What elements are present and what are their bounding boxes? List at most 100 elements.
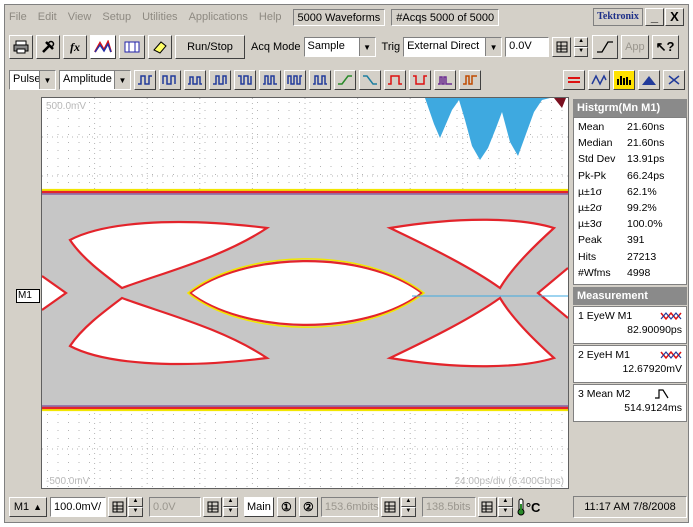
eraser-button[interactable] [148, 35, 172, 59]
help-button[interactable]: ↖? [651, 35, 679, 59]
acquisition-count: #Acqs 5000 of 5000 [391, 8, 500, 26]
stat-label: µ±1σ [578, 185, 603, 198]
measurement-item[interactable]: 1 EyeW M1 82.90090ps [573, 305, 687, 344]
tools-button[interactable] [36, 35, 60, 59]
keypad-button[interactable] [203, 497, 222, 517]
channel-select-button[interactable]: M1 ▲ [9, 497, 47, 517]
meas-neg-width-button[interactable] [409, 70, 431, 90]
main-toolbar: fx Run/Stop Acq Mode Sample ▼ Trig Exter… [5, 30, 688, 64]
print-button[interactable] [9, 35, 33, 59]
zoom-2-button[interactable]: ② [298, 497, 318, 517]
menu-help[interactable]: Help [259, 11, 282, 23]
meas-duty-button[interactable] [459, 70, 481, 90]
trigger-level-spinner[interactable]: ▲ ▼ [574, 37, 589, 57]
spin-up-icon[interactable]: ▲ [497, 497, 513, 507]
chevron-down-icon[interactable]: ▼ [358, 38, 375, 56]
stat-label: Pk-Pk [578, 169, 607, 182]
help-pointer-icon: ↖? [655, 39, 675, 54]
meas-burst-button[interactable] [434, 70, 456, 90]
menu-utilities[interactable]: Utilities [142, 11, 177, 23]
meas-rms-button[interactable] [309, 70, 331, 90]
spin-down-icon[interactable]: ▼ [574, 47, 589, 57]
triangle-up-icon: ▲ [33, 502, 43, 512]
offset-spinner[interactable]: ▲ ▼ [223, 497, 238, 517]
acq-mode-select[interactable]: Sample ▼ [303, 37, 376, 57]
menu-view[interactable]: View [68, 11, 92, 23]
menu-setup[interactable]: Setup [102, 11, 131, 23]
chevron-down-icon[interactable]: ▼ [114, 71, 130, 89]
zoom-1-button[interactable]: ① [276, 497, 296, 517]
meas-pos-width-button[interactable] [384, 70, 406, 90]
meas-param-select[interactable]: Amplitude ▼ [59, 70, 131, 90]
spin-down-icon[interactable]: ▼ [400, 507, 416, 517]
waveform-button[interactable] [90, 35, 116, 59]
burst-icon [438, 76, 452, 85]
vertical-scale-field[interactable]: 100.0mV/ [50, 497, 106, 517]
bitrate-spinner-2[interactable]: ▲ ▼ [497, 497, 513, 517]
stat-label: µ±3σ [578, 218, 603, 231]
menu-file[interactable]: File [9, 11, 27, 23]
keypad-button[interactable] [552, 37, 572, 57]
measurement-value: 514.9124ms [624, 401, 682, 414]
wrench-icon [42, 40, 55, 53]
vertical-offset-field[interactable]: 0.0V [149, 497, 201, 517]
trigger-level-field[interactable]: 0.0V [505, 37, 550, 57]
minimize-button[interactable]: _ [645, 8, 664, 26]
spin-down-icon[interactable]: ▼ [223, 507, 238, 517]
stat-row: µ±2σ 99.2% [574, 200, 686, 216]
spin-up-icon[interactable]: ▲ [400, 497, 416, 507]
temperature-icon[interactable]: °C [516, 498, 540, 516]
timebase-main-button[interactable]: Main [244, 497, 274, 517]
meas-cycle-button[interactable] [284, 70, 306, 90]
meas-fall-button[interactable] [359, 70, 381, 90]
meas-amplitude-button[interactable] [134, 70, 156, 90]
bitrate-field-1[interactable]: 153.6mbits [320, 497, 379, 517]
measurement-item[interactable]: 2 EyeH M1 12.67920mV [573, 344, 687, 383]
meas-low-button[interactable] [184, 70, 206, 90]
keypad-button[interactable] [380, 497, 400, 517]
keypad-icon [556, 41, 568, 53]
magnifier-1-icon: ① [280, 500, 292, 514]
meas-max-button[interactable] [209, 70, 231, 90]
math-button[interactable]: fx [63, 35, 87, 59]
spin-up-icon[interactable]: ▲ [128, 497, 143, 507]
histogram-button[interactable] [613, 70, 635, 90]
meas-high-button[interactable] [159, 70, 181, 90]
waveform-display[interactable]: 500.0mV -500.0mV 24.00ps/div (6.400Gbps) [41, 97, 569, 489]
meas-type-select[interactable]: Pulse ▼ [9, 70, 56, 90]
stats-button[interactable] [563, 70, 585, 90]
app-button[interactable]: App [621, 35, 649, 59]
chevron-down-icon[interactable]: ▼ [39, 71, 55, 89]
stat-row: µ±1σ 62.1% [574, 184, 686, 200]
keypad-button[interactable] [108, 497, 127, 517]
menu-applications[interactable]: Applications [189, 11, 248, 23]
waveform-view-button[interactable] [588, 70, 610, 90]
meas-min-button[interactable] [234, 70, 256, 90]
close-button[interactable]: X [665, 8, 684, 26]
m1-ground-marker[interactable]: M1 [16, 289, 40, 303]
negative-width-icon [413, 75, 427, 85]
meas-rise-button[interactable] [334, 70, 356, 90]
scale-spinner[interactable]: ▲ ▼ [128, 497, 143, 517]
spin-down-icon[interactable]: ▼ [128, 507, 143, 517]
keypad-button[interactable] [477, 497, 497, 517]
meas-mean-button[interactable] [259, 70, 281, 90]
bitrate-field-2[interactable]: 138.5bits [421, 497, 476, 517]
trigger-slope-button[interactable] [592, 35, 619, 59]
trig-label: Trig [381, 41, 401, 53]
menu-edit[interactable]: Edit [38, 11, 57, 23]
mask-button[interactable] [638, 70, 660, 90]
trigger-source-select[interactable]: External Direct ▼ [403, 37, 503, 57]
acq-mode-value: Sample [307, 40, 345, 52]
spin-up-icon[interactable]: ▲ [574, 37, 589, 47]
measurement-item[interactable]: 3 Mean M2 514.9124ms [573, 383, 687, 422]
bitrate-spinner-1[interactable]: ▲ ▼ [400, 497, 416, 517]
stat-value: 21.60ns [627, 137, 665, 150]
mountain-icon [642, 76, 656, 85]
cursor-button[interactable] [119, 35, 145, 59]
spin-up-icon[interactable]: ▲ [223, 497, 238, 507]
chevron-down-icon[interactable]: ▼ [485, 38, 502, 56]
spin-down-icon[interactable]: ▼ [497, 507, 513, 517]
run-stop-button[interactable]: Run/Stop [175, 35, 245, 59]
zoom-button[interactable] [663, 70, 685, 90]
